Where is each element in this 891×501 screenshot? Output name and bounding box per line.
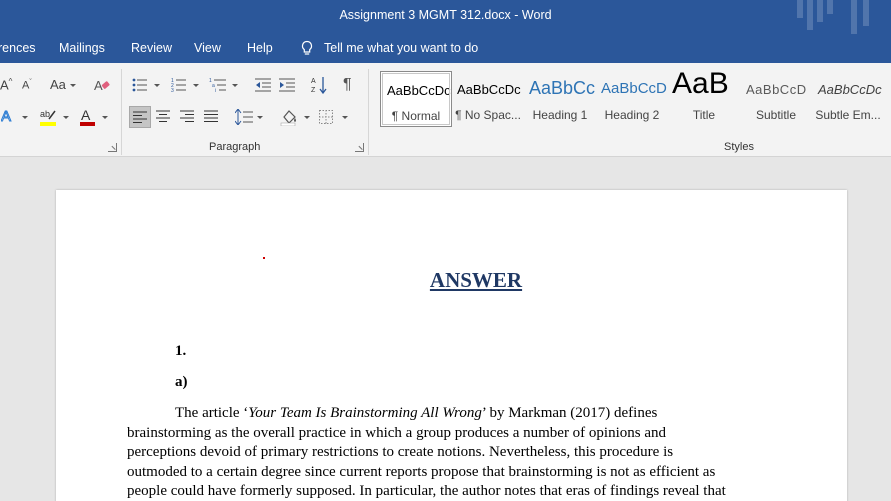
title-bar-pattern [791, 0, 891, 34]
borders-dropdown-icon[interactable] [342, 116, 348, 119]
grow-font-button[interactable]: A^ [0, 77, 12, 92]
red-mark [263, 257, 265, 259]
tab-references[interactable]: rences [0, 41, 36, 55]
line-spacing-dropdown-icon[interactable] [257, 116, 263, 119]
borders-icon[interactable] [319, 110, 333, 124]
style-sample: AaBbCcD [601, 80, 667, 97]
align-center-button[interactable] [153, 106, 175, 128]
paragraph-line: The article ‘Your Team Is Brainstorming … [127, 404, 777, 424]
increase-indent-icon[interactable] [279, 78, 295, 92]
style-name: Subtle Em... [815, 108, 881, 122]
line-spacing-icon[interactable] [235, 109, 253, 125]
style-normal[interactable]: AaBbCcDc ¶ Normal [380, 71, 452, 127]
svg-text:A: A [94, 78, 103, 93]
style-title[interactable]: AaB Title [668, 67, 740, 127]
style-name: Title [692, 108, 716, 122]
style-sample: AaBbCcD [746, 82, 807, 97]
style-sample: AaBbCc [529, 78, 596, 98]
bullets-dropdown-icon[interactable] [154, 84, 160, 87]
style-heading-2[interactable]: AaBbCcD Heading 2 [596, 71, 668, 127]
paragraph-group-label: Paragraph [209, 141, 261, 153]
svg-text:A: A [311, 78, 316, 85]
tab-help[interactable]: Help [247, 41, 273, 55]
font-dialog-launcher[interactable] [108, 143, 117, 152]
group-divider [121, 69, 122, 155]
tab-review[interactable]: Review [131, 41, 172, 55]
svg-text:A: A [81, 107, 91, 123]
multilevel-list-icon[interactable]: 1 a i [209, 77, 227, 93]
paragraph-dialog-launcher[interactable] [355, 143, 364, 152]
justify-icon [204, 110, 218, 122]
document-heading: ANSWER [429, 268, 523, 292]
justify-button[interactable] [201, 106, 223, 128]
paragraph-line: outmoded to a certain degree since curre… [127, 463, 716, 480]
bullets-icon[interactable] [132, 78, 148, 92]
style-name: ¶ Normal [391, 109, 441, 123]
align-right-icon [180, 110, 194, 122]
change-case-button[interactable]: Aa [50, 77, 66, 92]
highlight-dropdown-icon[interactable] [63, 116, 69, 119]
tab-mailings[interactable]: Mailings [59, 41, 105, 55]
question-number: 1. [175, 343, 187, 359]
style-heading-1[interactable]: AaBbCc Heading 1 [524, 71, 596, 127]
style-name: Heading 2 [604, 108, 660, 122]
svg-text:Z: Z [311, 87, 316, 94]
font-color-icon[interactable]: A [79, 107, 97, 127]
shading-icon[interactable] [280, 108, 298, 126]
multilevel-dropdown-icon[interactable] [232, 84, 238, 87]
title-bar: Assignment 3 MGMT 312.docx - Word [0, 0, 891, 34]
change-case-dropdown-icon[interactable] [70, 84, 76, 87]
paragraph-line: people could have formerly supposed. In … [127, 483, 726, 500]
svg-text:i: i [215, 88, 216, 93]
align-center-icon [156, 110, 170, 122]
styles-gallery: AaBbCcDc ¶ Normal AaBbCcDc ¶ No Spac... … [378, 67, 891, 127]
text-effects-icon[interactable]: A [1, 107, 17, 126]
align-left-icon [133, 111, 147, 123]
show-formatting-marks-icon[interactable]: ¶ [343, 76, 352, 94]
group-divider [368, 69, 369, 155]
svg-text:3: 3 [171, 88, 174, 93]
numbering-dropdown-icon[interactable] [193, 84, 199, 87]
svg-text:ab: ab [40, 109, 50, 119]
document-page[interactable]: ANSWER 1. a) The article ‘Your Team Is B… [56, 190, 847, 501]
style-name: Subtitle [755, 108, 797, 122]
decrease-indent-icon[interactable] [255, 78, 271, 92]
style-sample: AaBbCcDc [818, 82, 882, 97]
shrink-font-button[interactable]: Aˇ [22, 79, 32, 92]
tell-me-box[interactable]: Tell me what you want to do [300, 40, 478, 56]
style-sample: AaBbCcDc [457, 82, 521, 97]
text-effects-dropdown-icon[interactable] [22, 116, 28, 119]
paragraph-line: brainstorming as the overall practice in… [127, 424, 667, 441]
tell-me-text: Tell me what you want to do [324, 41, 479, 55]
style-name: Heading 1 [532, 108, 588, 122]
question-part: a) [175, 374, 188, 390]
body-paragraph: The article ‘Your Team Is Brainstorming … [127, 404, 777, 501]
ribbon-tab-bar: rences Mailings Review View Help Tell me… [0, 34, 891, 63]
window-title: Assignment 3 MGMT 312.docx - Word [339, 8, 552, 22]
svg-text:A: A [1, 108, 11, 125]
sort-icon[interactable]: A Z [311, 76, 327, 94]
highlight-color-icon[interactable]: ab [39, 107, 59, 127]
paragraph-line: perceptions devoid of primary restrictio… [127, 444, 674, 461]
lightbulb-icon [301, 40, 313, 55]
style-name: ¶ No Spac... [455, 108, 521, 122]
styles-group-label: Styles [724, 141, 754, 153]
align-right-button[interactable] [177, 106, 199, 128]
tab-view[interactable]: View [194, 41, 221, 55]
align-left-button[interactable] [129, 106, 151, 128]
clear-formatting-icon[interactable]: A [93, 77, 111, 93]
article-title: Your Team Is Brainstorming All Wrong [248, 405, 482, 421]
ribbon: A^ Aˇ Aa A A ab A 1 2 3 1 a i A Z ¶ Para… [0, 63, 891, 157]
style-subtitle[interactable]: AaBbCcD Subtitle [740, 71, 812, 127]
document-area: ANSWER 1. a) The article ‘Your Team Is B… [0, 158, 891, 501]
font-color-dropdown-icon[interactable] [102, 116, 108, 119]
line-text: ’ by Markman (2017) defines [481, 405, 658, 421]
style-sample: AaB [672, 67, 729, 100]
style-subtle-emphasis[interactable]: AaBbCcDc Subtle Em... [812, 71, 884, 127]
numbering-icon[interactable]: 1 2 3 [171, 77, 187, 93]
style-sample: AaBbCcDc [387, 83, 451, 98]
line-text: The article ‘ [175, 405, 249, 421]
shading-dropdown-icon[interactable] [304, 116, 310, 119]
style-no-spacing[interactable]: AaBbCcDc ¶ No Spac... [452, 71, 524, 127]
